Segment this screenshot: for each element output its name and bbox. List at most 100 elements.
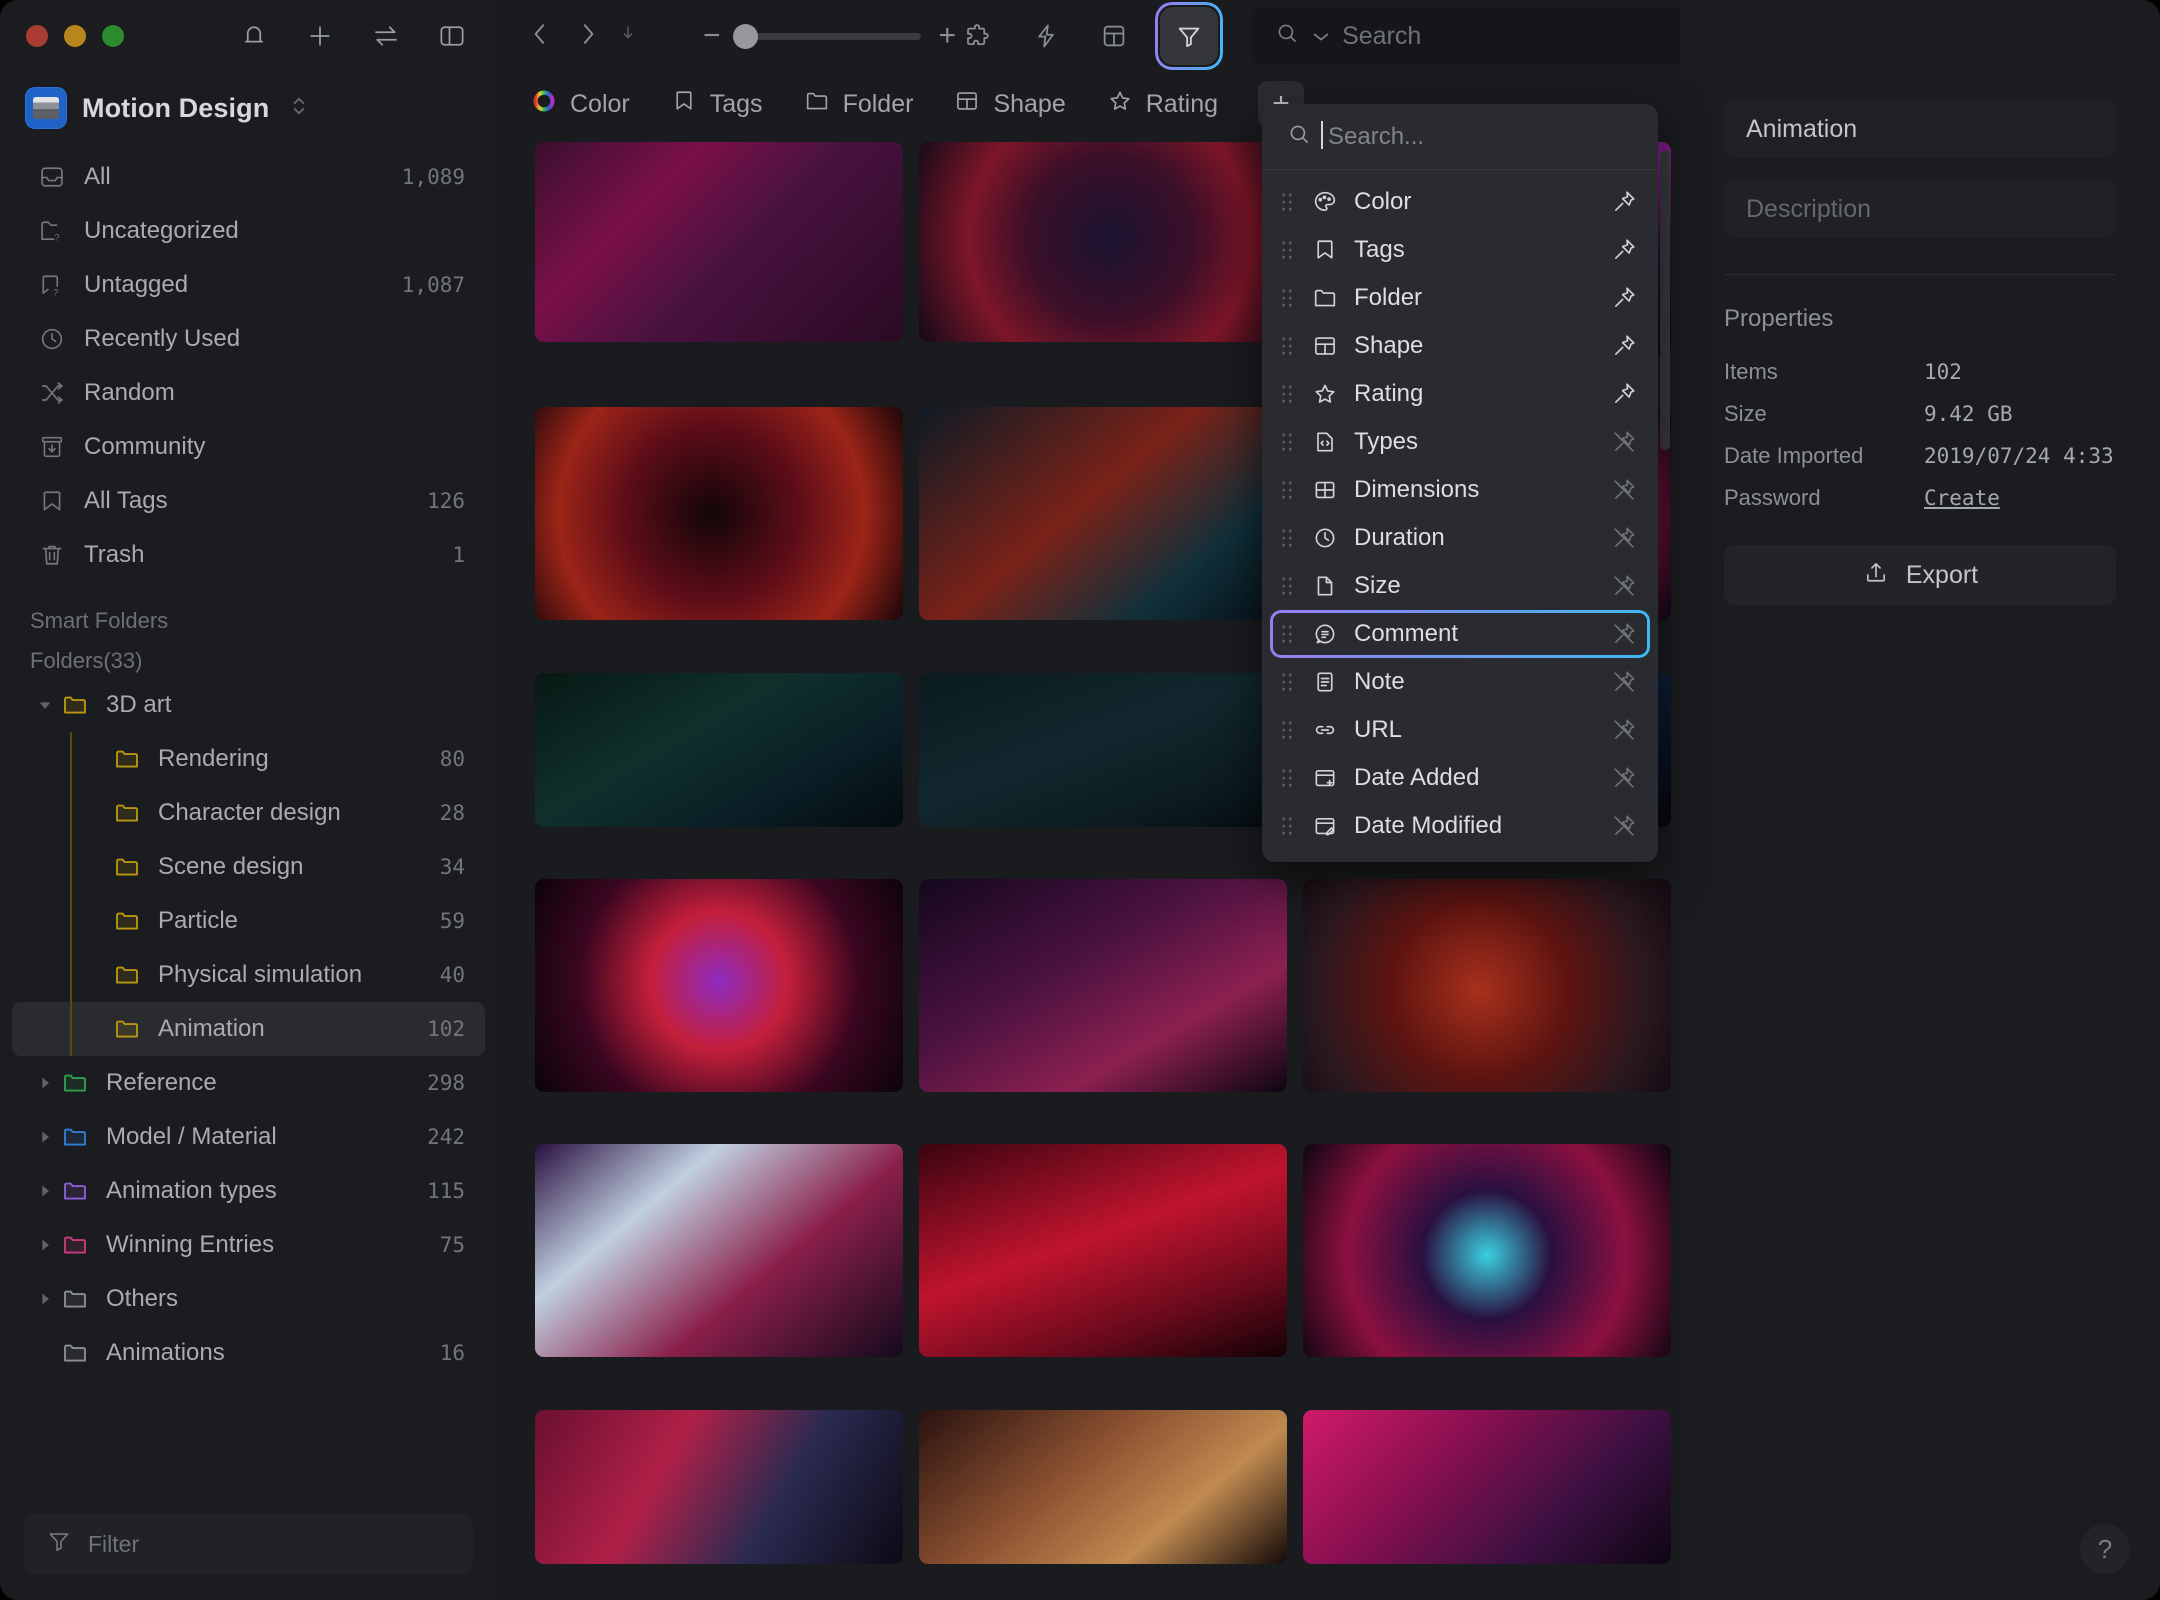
folder-title-input[interactable]: Animation bbox=[1724, 100, 2116, 158]
filter-chip-tags[interactable]: Tags bbox=[670, 87, 763, 122]
thumbnail-item[interactable] bbox=[919, 1144, 1287, 1358]
drag-handle-icon[interactable] bbox=[1278, 189, 1296, 215]
dropdown-item-shape[interactable]: Shape bbox=[1270, 322, 1650, 370]
thumbnail-item[interactable] bbox=[919, 1409, 1287, 1564]
sidebar-item-all-tags[interactable]: All Tags 126 bbox=[12, 474, 485, 528]
chevron-left-icon[interactable] bbox=[527, 19, 553, 54]
dropdown-item-comment[interactable]: Comment bbox=[1270, 610, 1650, 658]
zoom-slider[interactable]: − + bbox=[703, 21, 956, 51]
search-scope-chevron-down-icon[interactable] bbox=[1312, 22, 1330, 51]
sidebar-item-recently-used[interactable]: Recently Used bbox=[12, 312, 485, 366]
dropdown-item-size[interactable]: Size bbox=[1270, 562, 1650, 610]
dropdown-item-tags[interactable]: Tags bbox=[1270, 226, 1650, 274]
vertical-scrollbar[interactable] bbox=[1660, 150, 1670, 450]
dropdown-item-folder[interactable]: Folder bbox=[1270, 274, 1650, 322]
zoom-out-button[interactable]: − bbox=[703, 21, 721, 51]
drag-handle-icon[interactable] bbox=[1278, 813, 1296, 839]
sidebar-toggle-icon[interactable] bbox=[437, 21, 467, 51]
filter-chip-color[interactable]: Color bbox=[530, 87, 630, 122]
folder-tree-item-3d-art[interactable]: 3D art bbox=[12, 678, 485, 732]
folder-tree-item-animation-types[interactable]: Animation types 115 bbox=[12, 1164, 485, 1218]
folder-tree-item-physical-simulation[interactable]: Physical simulation 40 bbox=[12, 948, 485, 1002]
dropdown-item-url[interactable]: URL bbox=[1270, 706, 1650, 754]
thumbnail-item[interactable] bbox=[535, 407, 903, 621]
sidebar-item-trash[interactable]: Trash 1 bbox=[12, 528, 485, 582]
filter-toggle-button[interactable] bbox=[1160, 7, 1219, 65]
chevron-right-icon[interactable] bbox=[30, 1291, 60, 1307]
pin-icon[interactable] bbox=[1610, 236, 1638, 264]
drag-handle-icon[interactable] bbox=[1278, 717, 1296, 743]
drag-handle-icon[interactable] bbox=[1278, 429, 1296, 455]
thumbnail-item[interactable] bbox=[535, 1144, 903, 1358]
dropdown-item-note[interactable]: Note bbox=[1270, 658, 1650, 706]
dropdown-item-types[interactable]: Types bbox=[1270, 418, 1650, 466]
chevron-right-icon[interactable] bbox=[30, 1075, 60, 1091]
drag-handle-icon[interactable] bbox=[1278, 669, 1296, 695]
folder-tree-item-animation[interactable]: Animation 102 bbox=[12, 1002, 485, 1056]
layout-icon[interactable] bbox=[1092, 14, 1136, 58]
download-icon[interactable] bbox=[617, 21, 639, 52]
pin-icon[interactable] bbox=[1610, 764, 1638, 792]
folder-tree-item-reference[interactable]: Reference 298 bbox=[12, 1056, 485, 1110]
folder-tree-item-rendering[interactable]: Rendering 80 bbox=[12, 732, 485, 786]
sidebar-item-all[interactable]: All 1,089 bbox=[12, 150, 485, 204]
sidebar-item-random[interactable]: Random bbox=[12, 366, 485, 420]
pin-icon[interactable] bbox=[1610, 332, 1638, 360]
drag-handle-icon[interactable] bbox=[1278, 381, 1296, 407]
pin-icon[interactable] bbox=[1610, 284, 1638, 312]
pin-icon[interactable] bbox=[1610, 620, 1638, 648]
chevron-right-icon[interactable] bbox=[30, 1237, 60, 1253]
chevron-right-icon[interactable] bbox=[575, 19, 601, 54]
pin-icon[interactable] bbox=[1610, 668, 1638, 696]
drag-handle-icon[interactable] bbox=[1278, 333, 1296, 359]
drag-handle-icon[interactable] bbox=[1278, 573, 1296, 599]
folder-tree-item-animations[interactable]: Animations 16 bbox=[12, 1326, 485, 1380]
dropdown-item-date-added[interactable]: Date Added bbox=[1270, 754, 1650, 802]
thumbnail-item[interactable] bbox=[919, 672, 1287, 827]
folder-tree-item-character-design[interactable]: Character design 28 bbox=[12, 786, 485, 840]
thumbnail-item[interactable] bbox=[919, 142, 1287, 342]
dropdown-item-rating[interactable]: Rating bbox=[1270, 370, 1650, 418]
chevron-right-icon[interactable] bbox=[30, 1129, 60, 1145]
thumbnail-item[interactable] bbox=[1303, 1144, 1671, 1358]
drag-handle-icon[interactable] bbox=[1278, 477, 1296, 503]
drag-handle-icon[interactable] bbox=[1278, 621, 1296, 647]
plus-icon[interactable] bbox=[305, 21, 335, 51]
close-button[interactable] bbox=[26, 25, 48, 47]
dropdown-item-color[interactable]: Color bbox=[1270, 178, 1650, 226]
thumbnail-item[interactable] bbox=[1303, 878, 1671, 1092]
folder-description-input[interactable]: Description bbox=[1724, 180, 2116, 238]
sidebar-item-uncategorized[interactable]: ? Uncategorized bbox=[12, 204, 485, 258]
sidebar-filter-input[interactable]: Filter bbox=[24, 1514, 473, 1574]
thumbnail-item[interactable] bbox=[535, 672, 903, 827]
folder-tree-item-scene-design[interactable]: Scene design 34 bbox=[12, 840, 485, 894]
folder-tree-item-winning-entries[interactable]: Winning Entries 75 bbox=[12, 1218, 485, 1272]
lightning-icon[interactable] bbox=[1024, 14, 1068, 58]
thumbnail-item[interactable] bbox=[535, 1409, 903, 1564]
pin-icon[interactable] bbox=[1610, 812, 1638, 840]
thumbnail-item[interactable] bbox=[535, 878, 903, 1092]
dropdown-item-date-modified[interactable]: Date Modified bbox=[1270, 802, 1650, 850]
pin-icon[interactable] bbox=[1610, 476, 1638, 504]
drag-handle-icon[interactable] bbox=[1278, 285, 1296, 311]
folder-tree-item-others[interactable]: Others bbox=[12, 1272, 485, 1326]
zoom-track[interactable] bbox=[732, 23, 921, 49]
drag-handle-icon[interactable] bbox=[1278, 525, 1296, 551]
help-button[interactable]: ? bbox=[2080, 1524, 2130, 1574]
extension-icon[interactable] bbox=[956, 14, 1000, 58]
dropdown-item-duration[interactable]: Duration bbox=[1270, 514, 1650, 562]
thumbnail-item[interactable] bbox=[535, 142, 903, 342]
sync-icon[interactable] bbox=[371, 21, 401, 51]
pin-icon[interactable] bbox=[1610, 380, 1638, 408]
dropdown-item-dimensions[interactable]: Dimensions bbox=[1270, 466, 1650, 514]
export-button[interactable]: Export bbox=[1724, 545, 2116, 605]
zoom-knob[interactable] bbox=[732, 23, 758, 49]
minimize-button[interactable] bbox=[64, 25, 86, 47]
pin-icon[interactable] bbox=[1610, 524, 1638, 552]
pin-icon[interactable] bbox=[1610, 188, 1638, 216]
filter-chip-rating[interactable]: Rating bbox=[1106, 87, 1218, 122]
pin-icon[interactable] bbox=[1610, 716, 1638, 744]
property-value[interactable]: Create bbox=[1924, 486, 2000, 510]
pin-icon[interactable] bbox=[1610, 428, 1638, 456]
zoom-button[interactable] bbox=[102, 25, 124, 47]
